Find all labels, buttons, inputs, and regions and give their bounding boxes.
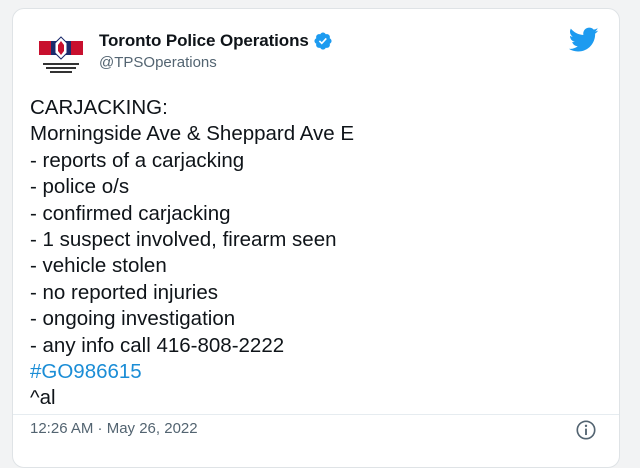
- info-icon[interactable]: [575, 419, 597, 441]
- tweet-line: - police o/s: [30, 175, 130, 199]
- tweet-body: CARJACKING: Morningside Ave & Sheppard A…: [30, 95, 600, 412]
- author-handle[interactable]: @TPSOperations: [99, 54, 217, 71]
- toronto-police-logo-icon: [39, 36, 83, 73]
- tweet-line: - confirmed carjacking: [30, 201, 231, 225]
- tweet-card[interactable]: Toronto Police Operations @TPSOperations…: [12, 8, 620, 468]
- tweet-line: - vehicle stolen: [30, 254, 167, 278]
- hashtag-link[interactable]: #GO986615: [30, 359, 600, 385]
- tweet-line: - 1 suspect involved, firearm seen: [30, 228, 337, 252]
- avatar[interactable]: [37, 31, 85, 79]
- tweet-line: - no reported injuries: [30, 280, 219, 304]
- tweet-signoff: ^al: [30, 386, 56, 410]
- twitter-bird-icon[interactable]: [568, 27, 599, 53]
- tweet-line: CARJACKING:: [30, 96, 168, 119]
- tweet-line: - any info call 416-808-2222: [30, 333, 285, 357]
- tweet-line: - ongoing investigation: [30, 307, 236, 331]
- verified-badge-icon: [313, 31, 333, 51]
- author-name[interactable]: Toronto Police Operations: [99, 31, 309, 51]
- tweet-line: Morningside Ave & Sheppard Ave E: [30, 122, 355, 146]
- divider: [13, 414, 619, 415]
- tweet-line: - reports of a carjacking: [30, 148, 245, 172]
- author-row: Toronto Police Operations: [99, 31, 333, 51]
- tweet-timestamp[interactable]: 12:26 AM · May 26, 2022: [30, 420, 198, 437]
